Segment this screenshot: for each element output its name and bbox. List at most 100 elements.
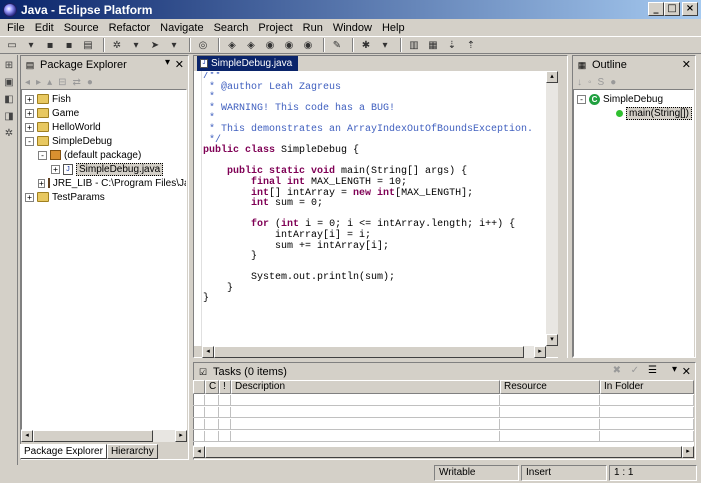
column-resource[interactable]: Resource [500,380,600,394]
tree-item[interactable]: + TestParams [22,190,186,204]
external-tools-icon[interactable]: ✱ [358,38,374,52]
expand-icon[interactable]: + [38,178,45,188]
debug-dropdown-icon[interactable]: ▾ [128,38,144,52]
scroll-right-button[interactable]: ▸ [682,446,694,458]
run-icon[interactable]: ➤ [147,38,163,52]
new-class-icon[interactable]: ◈ [243,38,259,52]
column-priority[interactable]: ! [219,380,231,394]
scroll-right-button[interactable]: ▸ [534,346,546,358]
new-package-icon[interactable]: ◉ [262,38,278,52]
new-icon[interactable]: ▭ [4,38,20,52]
menu-navigate[interactable]: Navigate [155,22,208,34]
collapse-all-icon[interactable]: ⊟ [58,77,66,88]
menu-run[interactable]: Run [298,22,328,34]
expand-icon[interactable]: + [25,192,34,202]
column-completed[interactable]: C [205,380,219,394]
debug-perspective-icon[interactable]: ✲ [2,126,16,140]
tasks-menu-icon[interactable]: ▾ [672,364,677,375]
back-icon[interactable]: ◂ [25,77,30,88]
editor-vertical-scrollbar[interactable]: ▴ ▾ [546,71,558,346]
code-text[interactable]: /** * @author Leah Zagreus * * WARNING! … [203,72,545,345]
scroll-thumb[interactable] [214,346,524,358]
scroll-thumb[interactable] [205,446,682,458]
resource-perspective-icon[interactable]: ▣ [2,75,16,89]
column-description[interactable]: Description [231,380,500,394]
show-source-icon[interactable]: ▥ [406,38,422,52]
tree-item[interactable]: + Game [22,106,186,120]
search-icon[interactable]: ◎ [195,38,211,52]
tab-package-explorer[interactable]: Package Explorer [20,444,107,459]
expand-icon[interactable]: + [51,164,60,174]
close-view-icon[interactable]: ✕ [175,58,184,71]
column-type[interactable] [193,380,205,394]
tree-item[interactable]: + J SimpleDebug.java [22,162,186,176]
close-tasks-icon[interactable]: ✕ [682,365,691,378]
new-project-icon[interactable]: ◉ [300,38,316,52]
java-perspective-icon[interactable]: ◧ [2,92,16,106]
toggle-outline-icon[interactable]: ▦ [425,38,441,52]
menu-project[interactable]: Project [253,22,297,34]
run-dropdown-icon[interactable]: ▾ [166,38,182,52]
tab-simpledebug-java[interactable]: J SimpleDebug.java [197,56,299,71]
external-tools-dropdown-icon[interactable]: ▾ [377,38,393,52]
print-icon[interactable]: ▤ [80,38,96,52]
filter-icon[interactable]: ● [87,77,93,88]
tree-item[interactable]: - (default package) [22,148,186,162]
menu-help[interactable]: Help [377,22,410,34]
delete-completed-icon[interactable]: ✓ [631,365,639,376]
link-editor-icon[interactable]: ⇄ [72,77,80,88]
save-icon[interactable]: ▪ [42,38,58,52]
task-row[interactable] [193,431,694,442]
hide-static-icon[interactable]: S [598,77,605,88]
new-interface-icon[interactable]: ◉ [281,38,297,52]
scroll-left-button[interactable]: ◂ [193,446,205,458]
scroll-left-button[interactable]: ◂ [202,346,214,358]
menu-search[interactable]: Search [209,22,254,34]
up-icon[interactable]: ▴ [47,77,52,88]
team-perspective-icon[interactable]: ◨ [2,109,16,123]
menu-file[interactable]: File [2,22,30,34]
scroll-down-button[interactable]: ▾ [546,334,558,346]
delete-task-icon[interactable]: ✖ [613,365,621,376]
scroll-thumb[interactable] [33,430,153,442]
editor-horizontal-scrollbar[interactable]: ◂ ▸ [202,346,546,358]
next-annotation-icon[interactable]: ⇣ [444,38,460,52]
tasks-horizontal-scrollbar[interactable]: ◂ ▸ [193,446,694,458]
scroll-left-button[interactable]: ◂ [21,430,33,442]
minimize-button[interactable]: _ [648,2,664,16]
collapse-icon[interactable]: - [577,94,586,104]
tab-hierarchy[interactable]: Hierarchy [106,444,158,459]
menu-edit[interactable]: Edit [30,22,59,34]
filter-tasks-icon[interactable]: ☰ [648,365,657,376]
collapse-icon[interactable]: - [38,150,47,160]
collapse-icon[interactable]: - [25,136,34,146]
menu-refactor[interactable]: Refactor [104,22,156,34]
open-type-icon[interactable]: ◈ [224,38,240,52]
maximize-button[interactable]: □ [664,2,680,16]
view-menu-icon[interactable]: ▾ [165,57,170,68]
hide-fields-icon[interactable]: ◦ [588,77,592,88]
outline-method-row[interactable]: main(String[]) [574,106,693,120]
menu-window[interactable]: Window [328,22,377,34]
task-row[interactable] [193,419,694,430]
forward-icon[interactable]: ▸ [36,77,41,88]
close-outline-icon[interactable]: ✕ [682,58,691,71]
previous-annotation-icon[interactable]: ⇡ [463,38,479,52]
sort-icon[interactable]: ↓ [577,77,582,88]
expand-icon[interactable]: + [25,122,34,132]
scroll-right-button[interactable]: ▸ [175,430,187,442]
open-perspective-icon[interactable]: ⊞ [2,58,16,72]
expand-icon[interactable]: + [25,108,34,118]
tree-item[interactable]: + Fish [22,92,186,106]
package-horizontal-scrollbar[interactable]: ◂ ▸ [21,430,187,442]
close-button[interactable]: × [682,2,698,16]
outline-class-row[interactable]: - C SimpleDebug [574,92,693,106]
tree-item[interactable]: + JRE_LIB - C:\Program Files\Jav [22,176,186,190]
debug-icon[interactable]: ✲ [109,38,125,52]
task-row[interactable] [193,407,694,418]
tree-item[interactable]: - SimpleDebug [22,134,186,148]
column-in-folder[interactable]: In Folder [600,380,694,394]
new-dropdown-icon[interactable]: ▾ [23,38,39,52]
menu-source[interactable]: Source [59,22,104,34]
save-all-icon[interactable]: ▪ [61,38,77,52]
